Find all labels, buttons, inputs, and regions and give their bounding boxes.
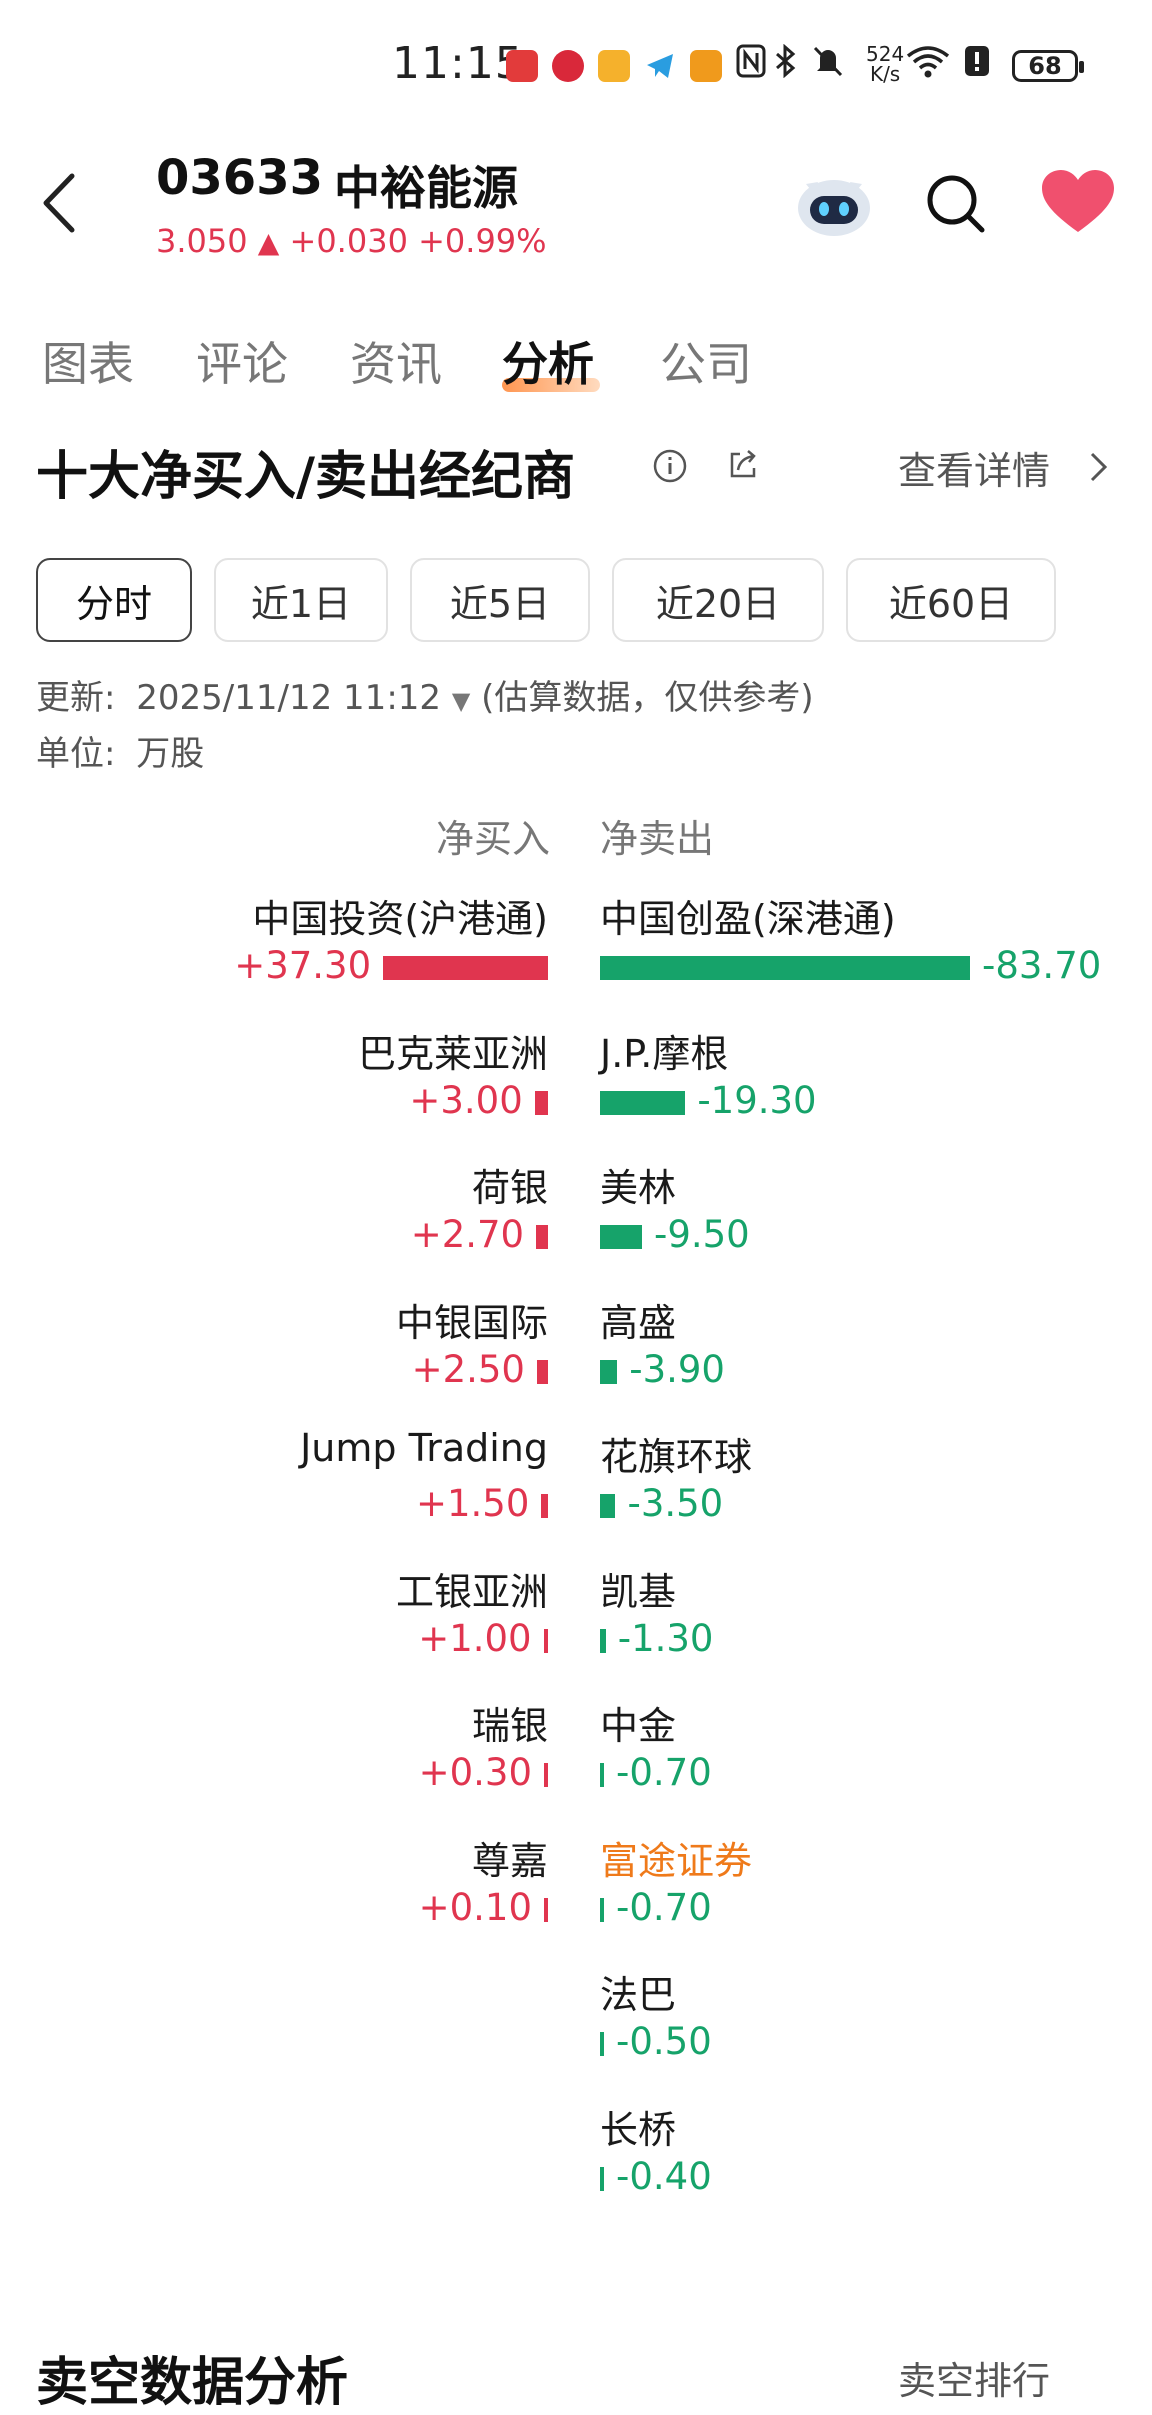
buy-broker-name[interactable]: 尊嘉 bbox=[472, 1830, 548, 1885]
sell-value: -0.40 bbox=[616, 2154, 712, 2198]
buy-bar bbox=[541, 1494, 548, 1518]
buy-bar bbox=[536, 1359, 548, 1384]
buy-broker-name[interactable]: 中国投资(沪港通) bbox=[252, 888, 548, 943]
sell-bar bbox=[600, 1090, 686, 1115]
sell-bar bbox=[600, 2166, 604, 2191]
buy-value: +1.50 bbox=[415, 1482, 530, 1525]
buy-bar bbox=[383, 956, 548, 980]
buy-bar bbox=[536, 1225, 548, 1249]
sell-bar bbox=[600, 1494, 616, 1518]
sell-broker-name[interactable]: 中国创盈(深港通) bbox=[600, 888, 896, 943]
buy-broker-name[interactable]: 巴克莱亚洲 bbox=[358, 1023, 548, 1078]
sell-value: -0.70 bbox=[616, 1885, 712, 1929]
buy-broker-name[interactable]: 工银亚洲 bbox=[396, 1561, 548, 1616]
sell-value: -1.30 bbox=[617, 1616, 714, 1660]
sell-broker-name[interactable]: 花旗环球 bbox=[600, 1426, 752, 1481]
buy-value: +0.30 bbox=[418, 1751, 532, 1794]
sell-broker-name[interactable]: 长桥 bbox=[600, 2099, 676, 2154]
buy-value: +1.00 bbox=[418, 1616, 532, 1660]
buy-bar bbox=[544, 1763, 548, 1787]
buy-value: +3.00 bbox=[409, 1078, 523, 1122]
buy-broker-name[interactable]: 中银国际 bbox=[396, 1292, 548, 1347]
sell-bar bbox=[600, 956, 970, 980]
buy-broker-name[interactable]: 瑞银 bbox=[472, 1695, 548, 1750]
buy-value: +0.10 bbox=[418, 1885, 532, 1929]
buy-value: +2.50 bbox=[411, 1347, 525, 1391]
buy-value: +37.30 bbox=[234, 944, 372, 987]
sell-value: -83.70 bbox=[982, 944, 1102, 987]
buy-value: +2.70 bbox=[410, 1213, 525, 1256]
sell-value: -3.50 bbox=[627, 1482, 724, 1525]
sell-bar bbox=[600, 2032, 604, 2056]
sell-broker-name[interactable]: 富途证券 bbox=[600, 1830, 752, 1885]
sell-value: -9.50 bbox=[653, 1213, 750, 1256]
sell-broker-name[interactable]: 高盛 bbox=[600, 1292, 676, 1347]
sell-bar bbox=[600, 1763, 604, 1787]
buy-bar bbox=[543, 1628, 548, 1653]
sell-bar bbox=[600, 1897, 604, 1922]
sell-value: -0.50 bbox=[616, 2020, 712, 2063]
sell-bar bbox=[600, 1225, 642, 1249]
buy-bar bbox=[534, 1090, 548, 1115]
buy-broker-name[interactable]: Jump Trading bbox=[300, 1426, 548, 1470]
sell-value: -19.30 bbox=[697, 1078, 817, 1122]
sell-bar bbox=[600, 1628, 606, 1653]
sell-bar bbox=[600, 1359, 618, 1384]
buy-bar bbox=[544, 1897, 548, 1922]
sell-value: -3.90 bbox=[629, 1347, 725, 1391]
broker-chart: 中国投资(沪港通) +37.30 巴克莱亚洲 +3.00 荷银 +2.70 中银国际 +2.5… bbox=[0, 0, 1152, 2376]
sell-broker-name[interactable]: 法巴 bbox=[600, 1964, 676, 2019]
sell-broker-name[interactable]: J.P.摩根 bbox=[600, 1023, 728, 1078]
sell-broker-name[interactable]: 中金 bbox=[600, 1695, 676, 1750]
buy-broker-name[interactable]: 荷银 bbox=[472, 1157, 548, 1212]
short-ranking-link[interactable]: 卖空排行 bbox=[898, 2350, 1050, 2405]
sell-broker-name[interactable]: 凯基 bbox=[600, 1561, 676, 1616]
short-selling-title: 卖空数据分析 bbox=[36, 2353, 349, 2413]
sell-broker-name[interactable]: 美林 bbox=[600, 1157, 676, 1212]
sell-value: -0.70 bbox=[616, 1751, 712, 1794]
